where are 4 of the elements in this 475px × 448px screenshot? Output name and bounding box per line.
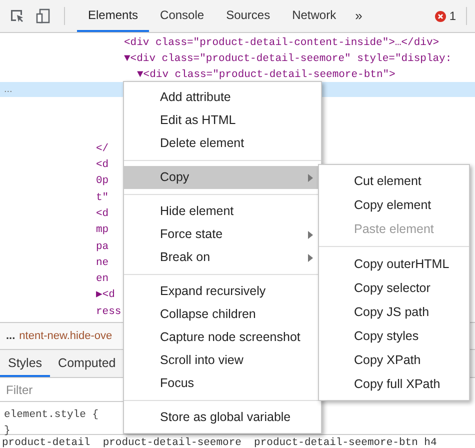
style-rule-line: element.style {: [4, 409, 99, 421]
error-count: 1: [449, 9, 456, 23]
selector-line: product-detail product-detail-seemore product-detail-seemore-btn h4: [2, 437, 437, 448]
style-rule-line: }: [4, 425, 10, 437]
